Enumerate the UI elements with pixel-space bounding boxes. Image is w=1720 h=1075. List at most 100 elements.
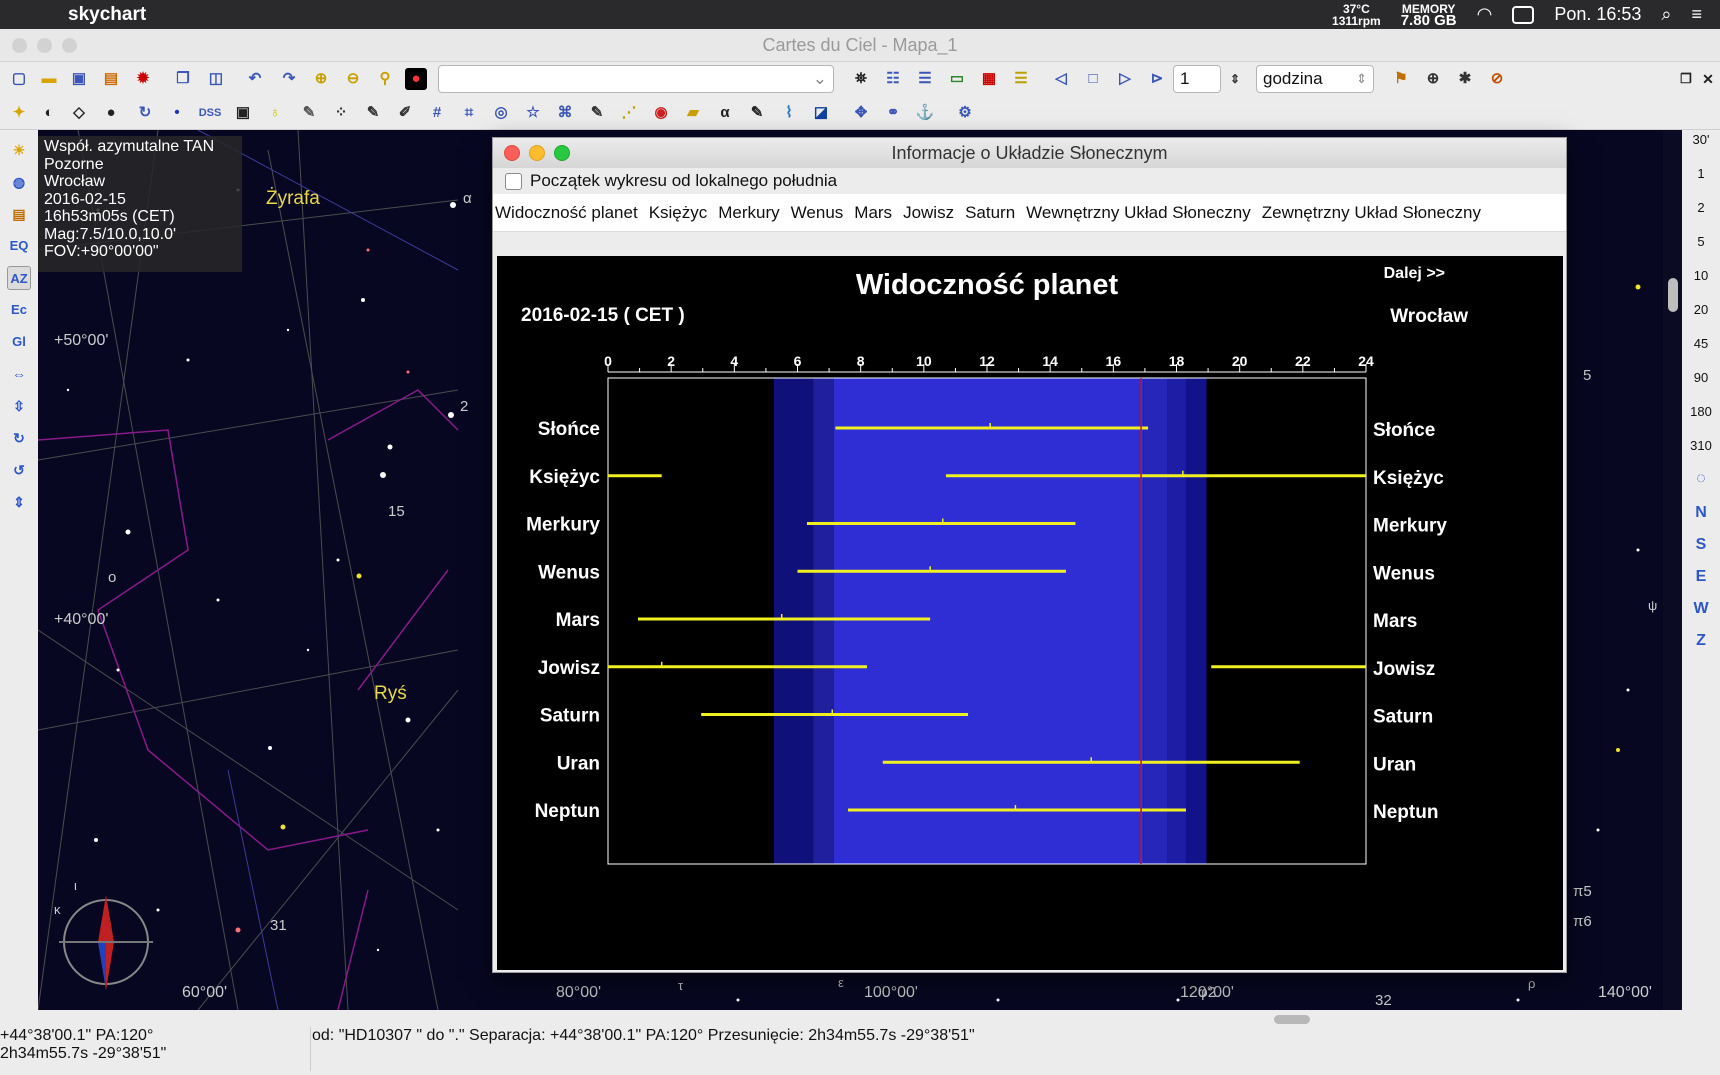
tab-jupiter[interactable]: Jowisz: [903, 203, 954, 223]
local-noon-checkbox[interactable]: [505, 172, 522, 190]
camera-icon[interactable]: ▣: [232, 102, 254, 124]
tab-outer-solar-system[interactable]: Zewnętrzny Układ Słoneczny: [1262, 203, 1481, 223]
object-list-icon[interactable]: ☷: [882, 68, 904, 90]
fov-button[interactable]: 45: [1682, 336, 1720, 351]
time-forward-icon[interactable]: ▷: [1114, 68, 1136, 90]
calendar-list-icon[interactable]: ☰: [914, 68, 936, 90]
tab-mercury[interactable]: Merkury: [718, 203, 779, 223]
dss-icon[interactable]: DSS: [196, 102, 224, 124]
horizon-icon[interactable]: ▭: [946, 68, 968, 90]
restore-window-icon[interactable]: ❐: [1675, 68, 1697, 90]
nebula-icon[interactable]: ◐: [38, 102, 60, 124]
wifi-icon[interactable]: ◠: [1477, 4, 1493, 25]
temp-readout[interactable]: 37°C 1311rpm: [1332, 3, 1381, 27]
direction-button[interactable]: N: [1682, 504, 1720, 522]
galaxy-icon[interactable]: ◇: [68, 102, 90, 124]
rotate-cw-icon[interactable]: ↻: [7, 426, 31, 450]
move-icon[interactable]: ✥: [850, 102, 872, 124]
settings-gear-icon[interactable]: ✹: [132, 68, 154, 90]
direction-button[interactable]: S: [1682, 536, 1720, 554]
earth-icon[interactable]: ◍: [7, 170, 31, 194]
time-fast-forward-icon[interactable]: ⊳: [1146, 68, 1168, 90]
dialog-close-button[interactable]: [504, 145, 520, 161]
grid-az-icon[interactable]: ⌗: [458, 102, 480, 124]
link-icon[interactable]: ⚭: [882, 102, 904, 124]
direction-button[interactable]: Z: [1682, 632, 1720, 650]
solar-system-icon[interactable]: ☰: [1010, 68, 1032, 90]
horizontal-scrollbar[interactable]: [1274, 1015, 1310, 1024]
grid-eq-icon[interactable]: #: [426, 102, 448, 124]
alpha-label-icon[interactable]: α: [714, 102, 736, 124]
flip-vertical-icon[interactable]: ⇳: [7, 394, 31, 418]
invert-icon[interactable]: ◪: [810, 102, 832, 124]
ground-icon[interactable]: ⌇: [778, 102, 800, 124]
fov-button[interactable]: 5: [1682, 234, 1720, 249]
tab-venus[interactable]: Wenus: [791, 203, 844, 223]
tab-inner-solar-system[interactable]: Wewnętrzny Układ Słoneczny: [1026, 203, 1251, 223]
time-back-icon[interactable]: ◁: [1050, 68, 1072, 90]
flip-horizontal-icon[interactable]: ⇔: [7, 362, 31, 386]
notification-center-icon[interactable]: ≡: [1691, 4, 1702, 25]
pen-icon[interactable]: ✎: [362, 102, 384, 124]
milky-way-icon[interactable]: ↻: [134, 102, 156, 124]
spotlight-icon[interactable]: ⌕: [1661, 4, 1671, 25]
tools-icon[interactable]: ✱: [1454, 68, 1476, 90]
direction-button[interactable]: E: [1682, 568, 1720, 586]
print-icon[interactable]: ▤: [100, 68, 122, 90]
memory-readout[interactable]: MEMORY 7.80 GB: [1401, 3, 1457, 28]
calendar-icon[interactable]: ▦: [978, 68, 1000, 90]
zoom-button[interactable]: [62, 38, 77, 53]
crosshair-icon[interactable]: ⊕: [1422, 68, 1444, 90]
close-chart-icon[interactable]: ✕: [1697, 68, 1719, 90]
zenith-icon[interactable]: ⇕: [7, 490, 31, 514]
tab-mars[interactable]: Mars: [854, 203, 892, 223]
stars-icon[interactable]: ✦: [8, 102, 30, 124]
lines-icon[interactable]: ⋰: [618, 102, 640, 124]
mark-icon[interactable]: ✎: [586, 102, 608, 124]
night-vision-icon[interactable]: ●: [405, 68, 427, 90]
fov-button[interactable]: 2: [1682, 200, 1720, 215]
telescope-icon[interactable]: ⚑: [1390, 68, 1412, 90]
menubar-clock[interactable]: Pon. 16:53: [1554, 4, 1641, 25]
fov-button[interactable]: 90: [1682, 370, 1720, 385]
binoculars-icon[interactable]: ⛯: [850, 68, 872, 90]
find-icon[interactable]: ⚲: [374, 68, 396, 90]
dark-nebula-icon[interactable]: ●: [100, 102, 122, 124]
step-stepper-icon[interactable]: ⇕: [1224, 68, 1246, 90]
tab-moon[interactable]: Księżyc: [649, 203, 708, 223]
eq-mode-icon[interactable]: EQ: [7, 234, 31, 258]
fov-button[interactable]: 30': [1682, 132, 1720, 147]
no-entry-icon[interactable]: ⊘: [1486, 68, 1508, 90]
time-stop-icon[interactable]: □: [1082, 68, 1104, 90]
tab-planet-visibility[interactable]: Widoczność planet: [495, 203, 638, 223]
dialog-zoom-button[interactable]: [554, 145, 570, 161]
save-icon[interactable]: ▣: [68, 68, 90, 90]
eraser-icon[interactable]: ✎: [298, 102, 320, 124]
az-mode-icon[interactable]: AZ: [7, 266, 31, 290]
rotate-ccw-icon[interactable]: ↺: [7, 458, 31, 482]
zoom-out-icon[interactable]: ⊖: [342, 68, 364, 90]
asterism-icon[interactable]: ⁘: [330, 102, 352, 124]
tab-saturn[interactable]: Saturn: [965, 203, 1015, 223]
fov-button[interactable]: 20: [1682, 302, 1720, 317]
new-file-icon[interactable]: ▢: [8, 68, 30, 90]
ruler-icon[interactable]: ▰: [682, 102, 704, 124]
fov-button[interactable]: 10: [1682, 268, 1720, 283]
zoom-in-icon[interactable]: ⊕: [310, 68, 332, 90]
battery-icon[interactable]: [1512, 5, 1535, 24]
compass-icon[interactable]: ◎: [490, 102, 512, 124]
split-window-icon[interactable]: ◫: [205, 68, 227, 90]
direction-button[interactable]: W: [1682, 600, 1720, 618]
copy-window-icon[interactable]: ❐: [172, 68, 194, 90]
notes-icon[interactable]: ▤: [7, 202, 31, 226]
label-tool-icon[interactable]: ✎: [746, 102, 768, 124]
vertical-scrollbar[interactable]: [1668, 278, 1678, 312]
time-step-input[interactable]: 1: [1173, 65, 1221, 93]
minimize-button[interactable]: [37, 38, 52, 53]
planets-dot-icon[interactable]: •: [166, 102, 188, 124]
app-menu-name[interactable]: skychart: [68, 4, 146, 26]
day-icon[interactable]: ☀: [7, 138, 31, 162]
close-button[interactable]: [12, 38, 27, 53]
open-folder-icon[interactable]: ▬: [38, 68, 60, 90]
fov-button[interactable]: 310: [1682, 438, 1720, 453]
